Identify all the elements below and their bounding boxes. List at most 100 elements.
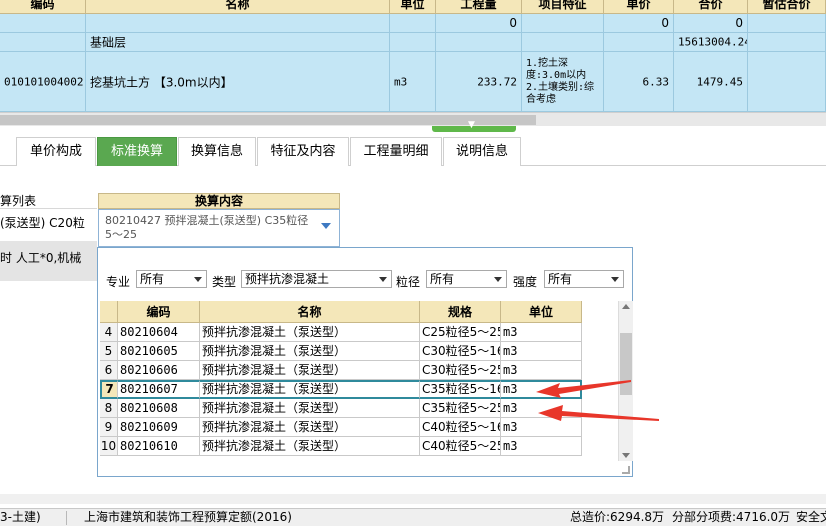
tab-standard-conversion[interactable]: 标准换算 <box>97 137 177 166</box>
table-row[interactable]: 4 80210604 预拌抗渗混凝土（泵送型） C25粒径5～25 m3 <box>100 323 584 342</box>
col-header-price[interactable]: 单价 <box>604 0 674 14</box>
cell-code: 010101004002 <box>0 52 86 112</box>
horizontal-scrollbar[interactable] <box>0 494 826 504</box>
type-label: 类型 <box>212 275 237 289</box>
grain-size-select[interactable]: 所有 <box>426 270 507 288</box>
table-row[interactable]: 010101004002 挖基坑土方 【3.0m以内】 m3 233.72 1.… <box>0 52 826 112</box>
specialty-label: 专业 <box>106 275 131 289</box>
chevron-down-icon <box>494 277 502 282</box>
cell-unit <box>390 14 436 33</box>
specialty-select[interactable]: 所有 <box>136 270 207 288</box>
cell-spec: C25粒径5～25 <box>420 323 501 342</box>
scroll-thumb[interactable] <box>620 333 632 395</box>
cell-name: 预拌抗渗混凝土（泵送型） <box>200 437 420 456</box>
cell-qty <box>436 33 522 52</box>
cell-unit: m3 <box>501 380 582 399</box>
tab-quantity-detail[interactable]: 工程量明细 <box>350 137 442 166</box>
vertical-scrollbar[interactable] <box>618 301 633 461</box>
row-number: 10 <box>100 437 118 456</box>
cell-code: 80210605 <box>118 342 200 361</box>
status-divider <box>66 511 67 525</box>
col-header-name[interactable]: 名称 <box>200 301 420 323</box>
table-row[interactable]: 6 80210606 预拌抗渗混凝土（泵送型） C30粒径5～25 m3 <box>100 361 584 380</box>
scroll-up-icon[interactable] <box>622 304 630 309</box>
type-select[interactable]: 预拌抗渗混凝土 <box>241 270 392 288</box>
col-header-code[interactable]: 编码 <box>0 0 86 14</box>
table-row[interactable]: 8 80210608 预拌抗渗混凝土（泵送型） C35粒径5～25 m3 <box>100 399 584 418</box>
table-row[interactable]: 0 0 0 <box>0 14 826 33</box>
cell-code: 80210609 <box>118 418 200 437</box>
scroll-thumb[interactable] <box>0 115 536 125</box>
chevron-down-icon <box>611 277 619 282</box>
col-header-feature[interactable]: 项目特征 <box>522 0 604 14</box>
cell-name: 预拌抗渗混凝土（泵送型） <box>200 399 420 418</box>
cell-spec: C30粒径5～16 <box>420 342 501 361</box>
cell-name: 基础层 <box>86 33 390 52</box>
cell-feature <box>522 14 604 33</box>
conversion-list-header: 算列表 <box>0 193 97 209</box>
tab-description[interactable]: 说明信息 <box>443 137 521 166</box>
cell-feature: 1.挖土深度:3.0m以内 2.土壤类别:综合考虑 <box>522 52 604 112</box>
table-row[interactable]: 基础层 15613004.24 <box>0 33 826 52</box>
cell-name: 预拌抗渗混凝土（泵送型） <box>200 342 420 361</box>
row-number: 5 <box>100 342 118 361</box>
cell-est <box>748 14 826 33</box>
chevron-down-icon <box>194 277 202 282</box>
row-number: 4 <box>100 323 118 342</box>
tab-features-content[interactable]: 特征及内容 <box>257 137 349 166</box>
combobox-value: 80210427 预拌混凝土(泵送型) C35粒径5～25 <box>105 214 309 241</box>
status-safety-cost: 安全文 <box>796 510 826 524</box>
cell-code: 80210608 <box>118 399 200 418</box>
splitter-handle[interactable]: ▼ <box>432 120 516 132</box>
cell-price: 0 <box>604 14 674 33</box>
status-project: 3-土建) <box>0 510 41 524</box>
col-header-code[interactable]: 编码 <box>118 301 200 323</box>
col-header-unit[interactable]: 单位 <box>390 0 436 14</box>
cell-total: 1479.45 <box>674 52 748 112</box>
cell-name: 预拌抗渗混凝土（泵送型） <box>200 323 420 342</box>
col-header-unit[interactable]: 单位 <box>501 301 582 323</box>
col-header-spec[interactable]: 规格 <box>420 301 501 323</box>
cell-name: 挖基坑土方 【3.0m以内】 <box>86 52 390 112</box>
cell-name: 预拌抗渗混凝土（泵送型） <box>200 361 420 380</box>
material-list-grid: 编码 名称 规格 单位 4 80210604 预拌抗渗混凝土（泵送型） C25粒… <box>100 301 620 461</box>
chevron-down-icon <box>379 277 387 282</box>
row-number: 9 <box>100 418 118 437</box>
conversion-content-header: 换算内容 <box>98 193 340 209</box>
cell-code: 80210604 <box>118 323 200 342</box>
cell-code: 80210610 <box>118 437 200 456</box>
status-quota-library: 上海市建筑和装饰工程预算定额(2016) <box>84 510 292 524</box>
horizontal-scrollbar[interactable] <box>0 112 826 126</box>
scroll-down-icon[interactable] <box>622 453 630 458</box>
cell-unit: m3 <box>390 52 436 112</box>
list-item[interactable]: 时 人工*0,机械 <box>0 241 97 281</box>
cell-name <box>86 14 390 33</box>
col-header-qty[interactable]: 工程量 <box>436 0 522 14</box>
tab-conversion-info[interactable]: 换算信息 <box>178 137 256 166</box>
cell-unit: m3 <box>501 437 582 456</box>
table-row[interactable]: 5 80210605 预拌抗渗混凝土（泵送型） C30粒径5～16 m3 <box>100 342 584 361</box>
cell-spec: C40粒径5～16 <box>420 418 501 437</box>
cell-unit: m3 <box>501 361 582 380</box>
table-row[interactable]: 9 80210609 预拌抗渗混凝土（泵送型） C40粒径5～16 m3 <box>100 418 584 437</box>
tab-unit-price-composition[interactable]: 单价构成 <box>16 137 96 166</box>
status-subitem-cost: 分部分项费:4716.0万 <box>672 510 791 524</box>
cell-total: 15613004.24 <box>674 33 748 52</box>
cell-spec: C35粒径5～16 <box>420 380 501 399</box>
cell-est <box>748 33 826 52</box>
cell-unit: m3 <box>501 323 582 342</box>
conversion-material-combobox[interactable]: 80210427 预拌混凝土(泵送型) C35粒径5～25 <box>98 209 340 247</box>
table-row[interactable]: 10 80210610 预拌抗渗混凝土（泵送型） C40粒径5～25 m3 <box>100 437 584 456</box>
table-row-selected[interactable]: 7 80210607 预拌抗渗混凝土（泵送型） C35粒径5～16 m3 <box>100 380 584 399</box>
row-number: 6 <box>100 361 118 380</box>
col-header-name[interactable]: 名称 <box>86 0 390 14</box>
resize-grip-icon[interactable] <box>622 466 630 474</box>
cell-qty: 233.72 <box>436 52 522 112</box>
col-header-est[interactable]: 暂估合价 <box>748 0 826 14</box>
cell-feature <box>522 33 604 52</box>
list-item[interactable]: (泵送型) C20粒 <box>0 209 97 241</box>
col-header-total[interactable]: 合价 <box>674 0 748 14</box>
strength-select[interactable]: 所有 <box>544 270 624 288</box>
cell-unit: m3 <box>501 399 582 418</box>
dropdown-arrow-icon[interactable] <box>321 223 331 229</box>
